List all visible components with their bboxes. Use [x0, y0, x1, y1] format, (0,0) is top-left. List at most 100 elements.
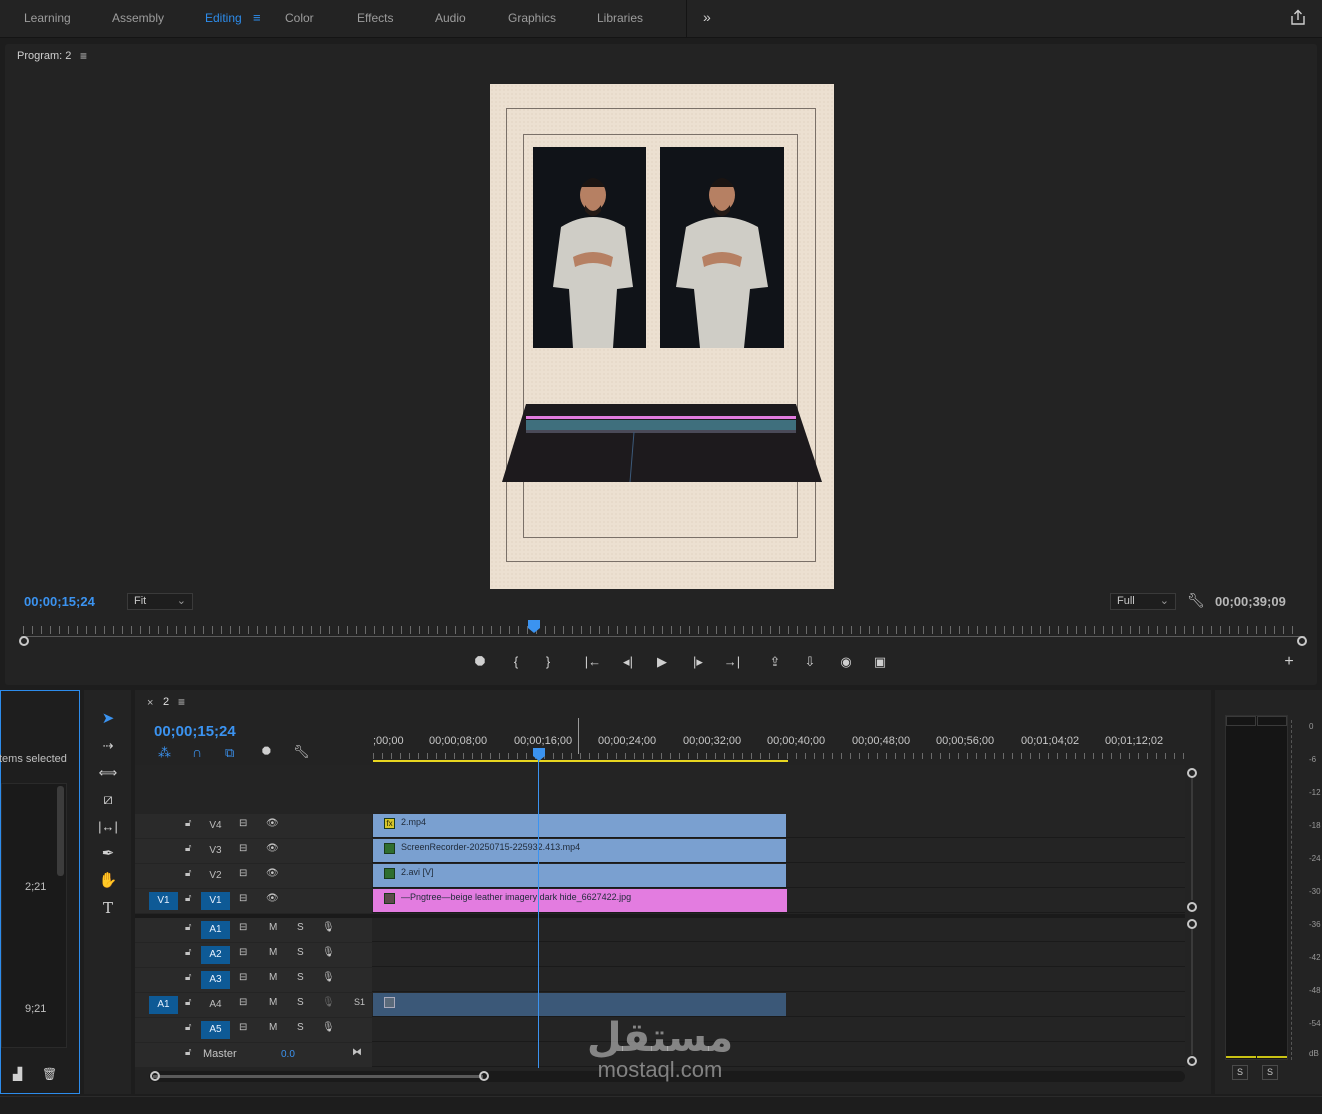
project-scrollbar[interactable] [57, 786, 64, 876]
clip-v1[interactable]: —Pngtree—beige leather imagery dark hide… [373, 889, 787, 912]
trash-icon[interactable]: 🗑︎ [42, 1067, 57, 1081]
lock-icon[interactable]: 🔓︎ [185, 1047, 191, 1058]
solo-button[interactable]: S [297, 997, 304, 1008]
marker-icon[interactable]: ⯃ [470, 654, 490, 670]
go-to-out-icon[interactable]: →| [722, 654, 742, 670]
lock-icon[interactable]: 🔓︎ [185, 818, 191, 829]
close-icon[interactable]: × [147, 697, 153, 709]
panel-menu-icon[interactable]: ≡ [178, 695, 185, 709]
mute-button[interactable]: M [269, 972, 277, 983]
hscroll-handle-left[interactable] [150, 1071, 160, 1081]
add-button-icon[interactable]: + [1279, 654, 1299, 670]
track-toggle-v1[interactable]: V1 [201, 892, 230, 910]
work-area-bar[interactable] [373, 760, 788, 762]
track-a1[interactable]: 🔓︎ A1 ⊟ M S 🎙︎ [135, 918, 1185, 942]
eye-icon[interactable]: 👁︎ [266, 818, 279, 829]
eye-icon[interactable]: 👁︎ [266, 843, 279, 854]
program-monitor-title[interactable]: Program: 2 [17, 50, 71, 62]
timeline-current-timecode[interactable]: 00;00;15;24 [154, 723, 236, 740]
mute-button[interactable]: M [269, 997, 277, 1008]
comparison-view-icon[interactable]: ▣ [870, 654, 890, 670]
track-toggle-v2[interactable]: V2 [201, 867, 230, 885]
sync-lock-icon[interactable]: ⊟ [239, 818, 247, 829]
lock-icon[interactable]: 🔓︎ [185, 922, 191, 933]
solo-button[interactable]: S [297, 1022, 304, 1033]
solo-button[interactable]: S [297, 972, 304, 983]
solo-button[interactable]: S [297, 922, 304, 933]
tab-color[interactable]: Color [285, 11, 314, 25]
sync-lock-icon[interactable]: ⊟ [239, 997, 247, 1008]
monitor-zoom-bar[interactable] [21, 636, 1305, 637]
clip-a4[interactable] [373, 993, 786, 1016]
microphone-icon[interactable]: 🎙︎ [322, 922, 335, 933]
step-forward-icon[interactable]: |▸ [688, 654, 708, 670]
lock-icon[interactable]: 🔓︎ [185, 843, 191, 854]
razor-tool-icon[interactable]: ⧄ [96, 789, 120, 811]
lock-icon[interactable]: 🔓︎ [185, 1022, 191, 1033]
step-back-icon[interactable]: ◂| [618, 654, 638, 670]
workspace-menu-icon[interactable]: ≡ [253, 10, 261, 25]
tab-assembly[interactable]: Assembly [112, 11, 164, 25]
type-tool-icon[interactable]: T [96, 897, 120, 919]
sync-lock-icon[interactable]: ⊟ [239, 868, 247, 879]
vscroll-handle-bottom[interactable] [1187, 902, 1197, 912]
track-v2[interactable]: 🔓︎ V2 ⊟ 👁︎ 2.avi [V] [135, 864, 1185, 888]
go-to-in-icon[interactable]: |← [583, 654, 603, 670]
mark-out-icon[interactable]: } [538, 654, 558, 670]
hand-tool-icon[interactable]: ✋ [96, 870, 120, 892]
clip-v3[interactable]: ScreenRecorder-20250715-225932.413.mp4 [373, 839, 786, 862]
mute-button[interactable]: M [269, 922, 277, 933]
track-a2[interactable]: 🔓︎ A2 ⊟ M S 🎙︎ [135, 943, 1185, 967]
tab-audio[interactable]: Audio [435, 11, 466, 25]
solo-button[interactable]: S [297, 947, 304, 958]
sync-lock-icon[interactable]: ⊟ [239, 972, 247, 983]
timeline-hscroll-thumb[interactable] [153, 1075, 483, 1078]
zoom-handle-left[interactable] [19, 636, 29, 646]
mark-in-icon[interactable]: { [506, 654, 526, 670]
linked-selection-icon[interactable]: ⧉ [225, 745, 234, 761]
mute-button[interactable]: M [269, 947, 277, 958]
microphone-icon[interactable]: 🎙︎ [322, 972, 335, 983]
timeline-playhead[interactable] [533, 748, 545, 762]
share-icon[interactable] [1290, 9, 1306, 26]
meter-solo-right-button[interactable]: S [1262, 1065, 1278, 1080]
tab-graphics[interactable]: Graphics [508, 11, 556, 25]
new-item-icon[interactable]: ▟ [13, 1067, 22, 1081]
microphone-icon[interactable]: 🎙︎ [322, 997, 335, 1008]
eye-icon[interactable]: 👁︎ [266, 893, 279, 904]
lift-icon[interactable]: ⇪ [765, 654, 785, 670]
selection-tool-icon[interactable]: ➤ [96, 708, 120, 730]
lock-icon[interactable]: 🔓︎ [185, 997, 191, 1008]
clip-v4[interactable]: fx 2.mp4 [373, 814, 786, 837]
sync-lock-icon[interactable]: ⊟ [239, 843, 247, 854]
tab-editing[interactable]: Editing [205, 11, 242, 25]
track-toggle-a5[interactable]: A5 [201, 1021, 230, 1039]
export-frame-icon[interactable]: ◉ [836, 654, 856, 670]
panel-menu-icon[interactable]: ≡ [80, 49, 87, 63]
meter-solo-left-button[interactable]: S [1232, 1065, 1248, 1080]
playback-resolution-select[interactable]: Full ⌄ [1110, 593, 1176, 610]
master-volume-value[interactable]: 0.0 [281, 1049, 295, 1060]
video-frame[interactable] [490, 84, 834, 589]
track-a4[interactable]: A1 🔓︎ A4 ⊟ M S 🎙︎ S1 [135, 993, 1185, 1017]
timeline-time-ruler[interactable] [373, 753, 1185, 759]
sync-lock-icon[interactable]: ⊟ [239, 1022, 247, 1033]
track-toggle-a2[interactable]: A2 [201, 946, 230, 964]
double-chevron-right-icon[interactable]: » [703, 9, 711, 25]
lock-icon[interactable]: 🔓︎ [185, 893, 191, 904]
track-toggle-a3[interactable]: A3 [201, 971, 230, 989]
track-a3[interactable]: 🔓︎ A3 ⊟ M S 🎙︎ [135, 968, 1185, 992]
video-vscrollbar[interactable] [1191, 778, 1193, 900]
play-icon[interactable]: ▶ [652, 654, 672, 670]
microphone-icon[interactable]: 🎙︎ [322, 947, 335, 958]
add-marker-icon[interactable]: ⯃ [262, 746, 271, 759]
extract-icon[interactable]: ⇩ [800, 654, 820, 670]
sync-lock-icon[interactable]: ⊟ [239, 922, 247, 933]
snap-magnet-icon[interactable]: ∩ [192, 744, 202, 760]
tab-learning[interactable]: Learning [24, 11, 71, 25]
lock-icon[interactable]: 🔓︎ [185, 868, 191, 879]
clip-v2[interactable]: 2.avi [V] [373, 864, 786, 887]
nest-toggle-icon[interactable]: ⁂ [158, 745, 171, 761]
track-v1[interactable]: V1 🔓︎ V1 ⊟ 👁︎ —Pngtree—beige leather ima… [135, 889, 1185, 913]
vscroll-handle-top[interactable] [1187, 919, 1197, 929]
